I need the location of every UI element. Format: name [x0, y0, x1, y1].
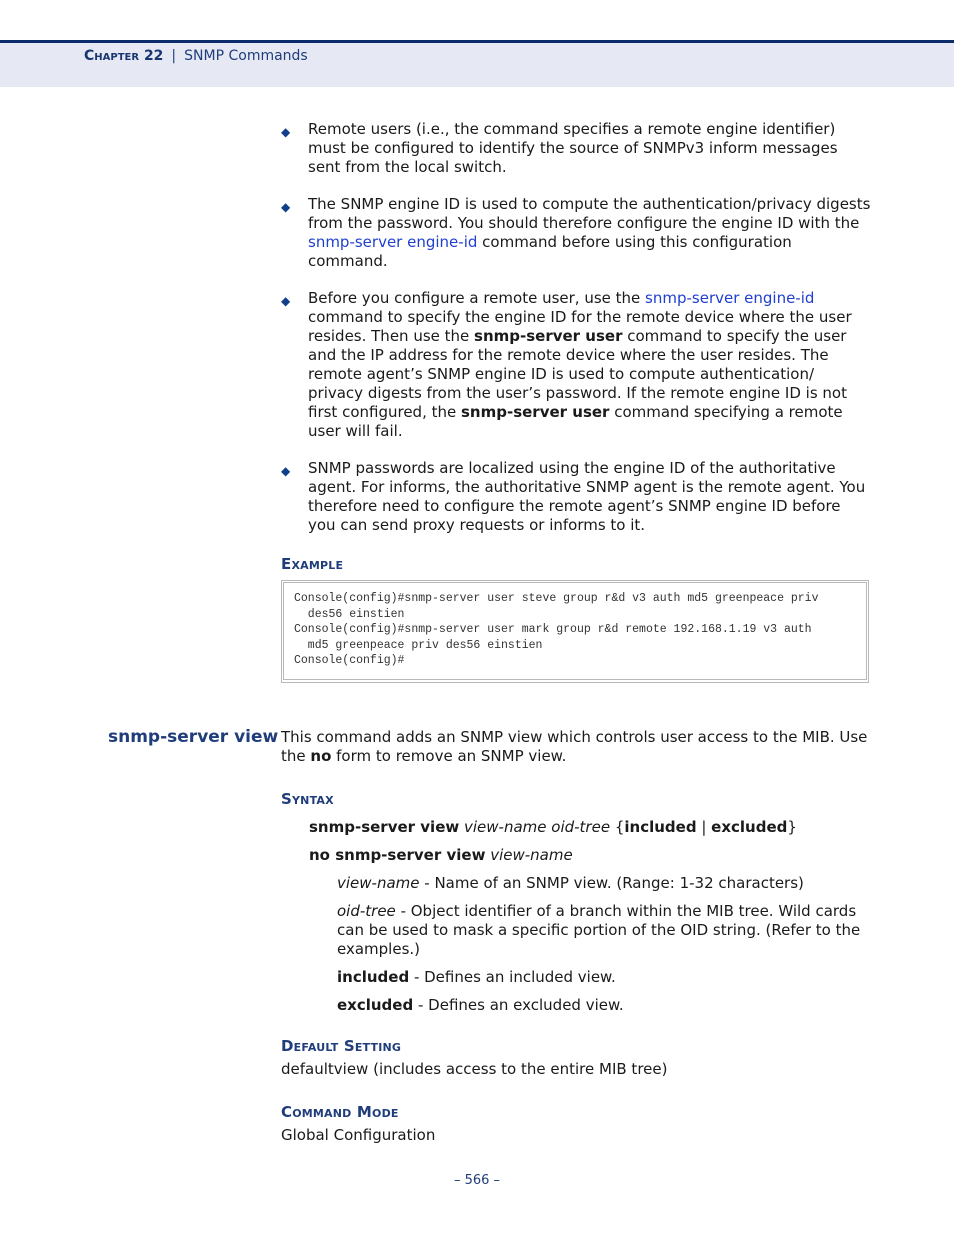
- parameter-description: - Name of an SNMP view. (Range: 1-32 cha…: [419, 874, 804, 892]
- header-separator: |: [171, 48, 177, 64]
- diamond-bullet-icon: ◆: [281, 464, 291, 478]
- command-mode-heading: Command Mode: [281, 1103, 399, 1121]
- syntax-args: view-name: [485, 846, 573, 864]
- parameter-description: - Object identifier of a branch within t…: [337, 902, 861, 958]
- pipe: |: [696, 818, 712, 836]
- command-name: snmp-server user: [474, 327, 623, 345]
- diamond-bullet-icon: ◆: [281, 125, 291, 139]
- example-heading: Example: [281, 555, 344, 573]
- bullet-item: ◆ SNMP passwords are localized using the …: [281, 459, 871, 535]
- cross-reference-link[interactable]: snmp-server engine-id: [308, 233, 477, 251]
- command-mode-value: Global Configuration: [281, 1126, 436, 1144]
- bullet-text: SNMP passwords are localized using the e…: [308, 459, 866, 534]
- bullet-text: The SNMP engine ID is used to compute th…: [308, 195, 871, 232]
- syntax-line: no snmp-server view view-name: [281, 846, 871, 865]
- parameter-description: - Defines an included view.: [409, 968, 616, 986]
- page-header: Chapter 22 | SNMP Commands: [0, 40, 954, 87]
- cross-reference-link[interactable]: snmp-server engine-id: [645, 289, 814, 307]
- code-line: md5 greenpeace priv des56 einstien: [294, 638, 543, 652]
- code-line: des56 einstien: [294, 607, 405, 621]
- bullet-item: ◆ The SNMP engine ID is used to compute t…: [281, 195, 871, 271]
- command-description: This command adds an SNMP view which con…: [281, 728, 871, 766]
- parameter-list: view-name - Name of an SNMP view. (Range…: [281, 874, 871, 1015]
- main-content: ◆ Remote users (i.e., the command specifi…: [281, 120, 871, 683]
- diamond-bullet-icon: ◆: [281, 294, 291, 308]
- bullet-text: Before you configure a remote user, use …: [308, 289, 646, 307]
- bullet-item: ◆ Before you configure a remote user, use…: [281, 289, 871, 441]
- brace: {: [614, 818, 625, 836]
- parameter-description: - Defines an excluded view.: [413, 996, 624, 1014]
- parameter-name: oid-tree: [337, 902, 396, 920]
- parameter-name: included: [337, 968, 410, 986]
- bullet-text: Remote users (i.e., the command specifie…: [308, 120, 838, 176]
- bullet-item: ◆ Remote users (i.e., the command specifi…: [281, 120, 871, 177]
- command-name: snmp-server user: [461, 403, 610, 421]
- header-text: Chapter 22 | SNMP Commands: [84, 48, 308, 64]
- syntax-args: view-name oid-tree: [459, 818, 615, 836]
- code-line: Console(config)#snmp-server user steve g…: [294, 592, 819, 605]
- chapter-label: Chapter 22: [84, 48, 164, 64]
- syntax-command: snmp-server view: [309, 818, 460, 836]
- syntax-option: excluded: [711, 818, 788, 836]
- default-setting-value: defaultview (includes access to the enti…: [281, 1060, 668, 1078]
- parameter-item: excluded - Defines an excluded view.: [281, 996, 871, 1015]
- syntax-command: no snmp-server view: [309, 846, 486, 864]
- code-example: Console(config)#snmp-server user steve g…: [281, 580, 869, 683]
- desc-text: form to remove an SNMP view.: [331, 747, 567, 765]
- syntax-line: snmp-server view view-name oid-tree {inc…: [281, 818, 871, 837]
- parameter-item: view-name - Name of an SNMP view. (Range…: [281, 874, 871, 893]
- desc-bold: no: [310, 747, 332, 765]
- default-setting-heading: Default Setting: [281, 1037, 402, 1055]
- page-number: – 566 –: [453, 1173, 501, 1188]
- parameter-name: excluded: [337, 996, 414, 1014]
- code-line: Console(config)#: [294, 654, 405, 667]
- code-line: Console(config)#snmp-server user mark gr…: [294, 623, 812, 636]
- syntax-heading: Syntax: [281, 790, 334, 808]
- syntax-option: included: [624, 818, 697, 836]
- parameter-item: oid-tree - Object identifier of a branch…: [281, 902, 871, 959]
- parameter-name: view-name: [337, 874, 420, 892]
- command-title: snmp-server view: [108, 727, 279, 747]
- bullet-list: ◆ Remote users (i.e., the command specifi…: [281, 120, 871, 535]
- parameter-item: included - Defines an included view.: [281, 968, 871, 987]
- diamond-bullet-icon: ◆: [281, 200, 291, 214]
- brace: }: [787, 818, 797, 836]
- chapter-title: SNMP Commands: [184, 48, 308, 64]
- syntax-section: Syntax snmp-server view view-name oid-tr…: [281, 790, 871, 1145]
